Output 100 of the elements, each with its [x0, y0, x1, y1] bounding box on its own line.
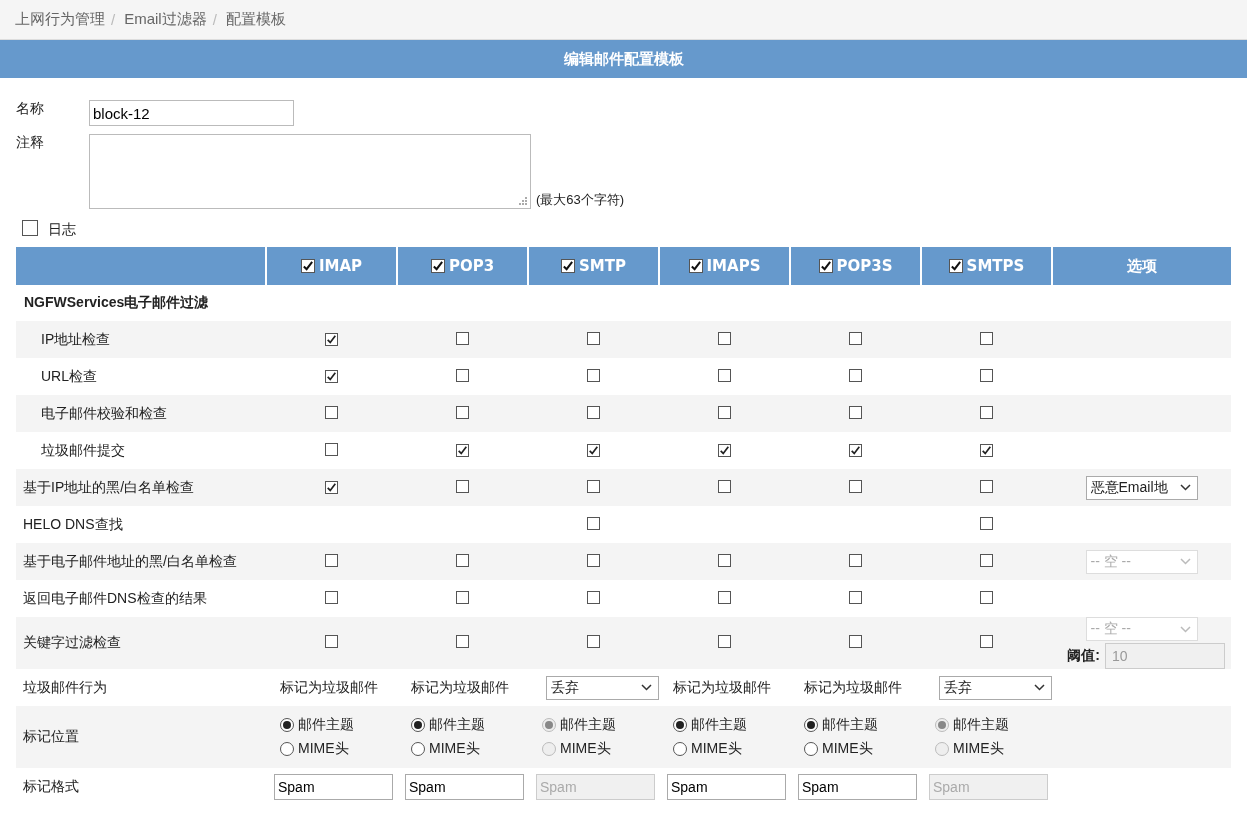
row-label: HELO DNS查找 — [22, 515, 123, 532]
protocol-checkbox[interactable] — [430, 259, 445, 273]
checkbox[interactable] — [718, 368, 731, 382]
radio-label: MIME头 — [429, 740, 480, 758]
radio-label: 邮件主题 — [560, 716, 616, 734]
format-field[interactable]: Spam — [667, 773, 786, 800]
checkbox[interactable] — [587, 479, 600, 493]
radio-label: 邮件主题 — [298, 716, 354, 734]
protocol-checkbox[interactable] — [300, 259, 315, 273]
checkbox[interactable] — [980, 405, 993, 419]
checkbox[interactable] — [456, 368, 469, 382]
row-label: 垃圾邮件行为 — [22, 678, 107, 695]
checkbox[interactable] — [718, 443, 731, 457]
checkbox[interactable] — [980, 331, 993, 345]
checkbox[interactable] — [325, 590, 338, 604]
protocol-checkbox[interactable] — [561, 259, 575, 273]
checkbox[interactable] — [718, 553, 731, 567]
radio-button[interactable] — [280, 742, 294, 756]
checkbox[interactable] — [849, 443, 862, 457]
checkbox[interactable] — [325, 480, 338, 494]
checkbox[interactable] — [849, 590, 862, 604]
breadcrumb-link[interactable]: Email过滤器 — [124, 10, 207, 29]
comment-field[interactable] — [89, 134, 531, 209]
action-text: 标记为垃圾邮件 — [279, 678, 378, 695]
checkbox[interactable] — [456, 635, 469, 648]
protocol-checkbox[interactable] — [948, 259, 963, 273]
threshold-label: 阈值: — [1067, 647, 1100, 665]
log-checkbox[interactable] — [22, 220, 38, 236]
resize-grip-icon[interactable] — [518, 196, 527, 205]
checkbox[interactable] — [325, 442, 338, 456]
radio-button[interactable] — [804, 742, 818, 756]
row-label: URL检查 — [40, 367, 97, 384]
checkbox[interactable] — [456, 331, 469, 345]
chevron-icon — [641, 684, 652, 691]
radio-label: MIME头 — [298, 740, 349, 758]
group-title: NGFWServices电子邮件过滤 — [24, 294, 209, 310]
protocol-label: POP3S — [836, 257, 893, 275]
checkbox[interactable] — [587, 635, 600, 648]
row-label: 基于电子邮件地址的黑/白名单检查 — [22, 552, 237, 569]
breadcrumb-separator: / — [111, 11, 116, 28]
checkbox[interactable] — [456, 443, 469, 457]
checkbox[interactable] — [980, 590, 993, 604]
checkbox[interactable] — [849, 368, 862, 382]
format-field[interactable]: Spam — [274, 773, 393, 800]
checkbox[interactable] — [718, 590, 731, 604]
checkbox[interactable] — [325, 635, 338, 648]
checkbox[interactable] — [718, 479, 731, 493]
checkbox[interactable] — [849, 553, 862, 567]
checkbox[interactable] — [587, 590, 600, 604]
radio-button[interactable] — [411, 742, 425, 756]
radio-button[interactable] — [673, 718, 687, 732]
checkbox[interactable] — [980, 635, 993, 648]
radio-label: 邮件主题 — [429, 716, 485, 734]
action-select[interactable]: 丢弃 — [939, 675, 1052, 700]
format-field[interactable]: Spam — [798, 773, 917, 800]
format-field[interactable]: Spam — [405, 773, 524, 800]
checkbox[interactable] — [456, 590, 469, 604]
checkbox[interactable] — [456, 405, 469, 419]
option-select[interactable]: 恶意Email地 — [1085, 475, 1198, 500]
checkbox[interactable] — [587, 443, 600, 457]
checkbox[interactable] — [849, 331, 862, 345]
checkbox[interactable] — [325, 405, 338, 419]
chevron-icon — [1179, 625, 1191, 633]
checkbox[interactable] — [849, 405, 862, 419]
checkbox[interactable] — [849, 635, 862, 648]
checkbox[interactable] — [587, 516, 600, 530]
checkbox[interactable] — [587, 553, 600, 567]
radio-button[interactable] — [280, 718, 294, 732]
checkbox[interactable] — [980, 368, 993, 382]
checkbox[interactable] — [325, 332, 338, 346]
checkbox[interactable] — [325, 369, 338, 383]
checkbox[interactable] — [980, 443, 993, 457]
checkbox[interactable] — [718, 331, 731, 345]
action-select[interactable]: 丢弃 — [546, 675, 659, 700]
row-label: 电子邮件校验和检查 — [40, 404, 167, 421]
protocol-label: IMAP — [318, 257, 363, 275]
checkbox[interactable] — [980, 516, 993, 530]
checkbox[interactable] — [587, 368, 600, 382]
radio-button[interactable] — [673, 742, 687, 756]
protocol-checkbox[interactable] — [818, 259, 833, 273]
checkbox[interactable] — [456, 479, 469, 493]
breadcrumb-link[interactable]: 上网行为管理 — [15, 10, 105, 29]
radio-button[interactable] — [804, 718, 818, 732]
checkbox[interactable] — [980, 479, 993, 493]
row-label: 垃圾邮件提交 — [40, 441, 125, 458]
checkbox[interactable] — [718, 635, 731, 648]
checkbox[interactable] — [456, 553, 469, 567]
checkbox[interactable] — [325, 553, 338, 567]
checkbox[interactable] — [587, 331, 600, 345]
checkbox[interactable] — [849, 479, 862, 493]
row-label: 关键字过滤检查 — [22, 634, 121, 650]
protocol-label: SMTP — [579, 257, 626, 275]
name-field[interactable]: block-12 — [89, 100, 294, 126]
checkbox[interactable] — [980, 553, 993, 567]
checkbox[interactable] — [587, 405, 600, 419]
breadcrumb-link[interactable]: 配置模板 — [225, 10, 286, 29]
radio-button[interactable] — [411, 718, 425, 732]
checkbox[interactable] — [718, 405, 731, 419]
comment-hint: (最大63个字符) — [536, 191, 625, 209]
protocol-checkbox[interactable] — [688, 259, 703, 273]
